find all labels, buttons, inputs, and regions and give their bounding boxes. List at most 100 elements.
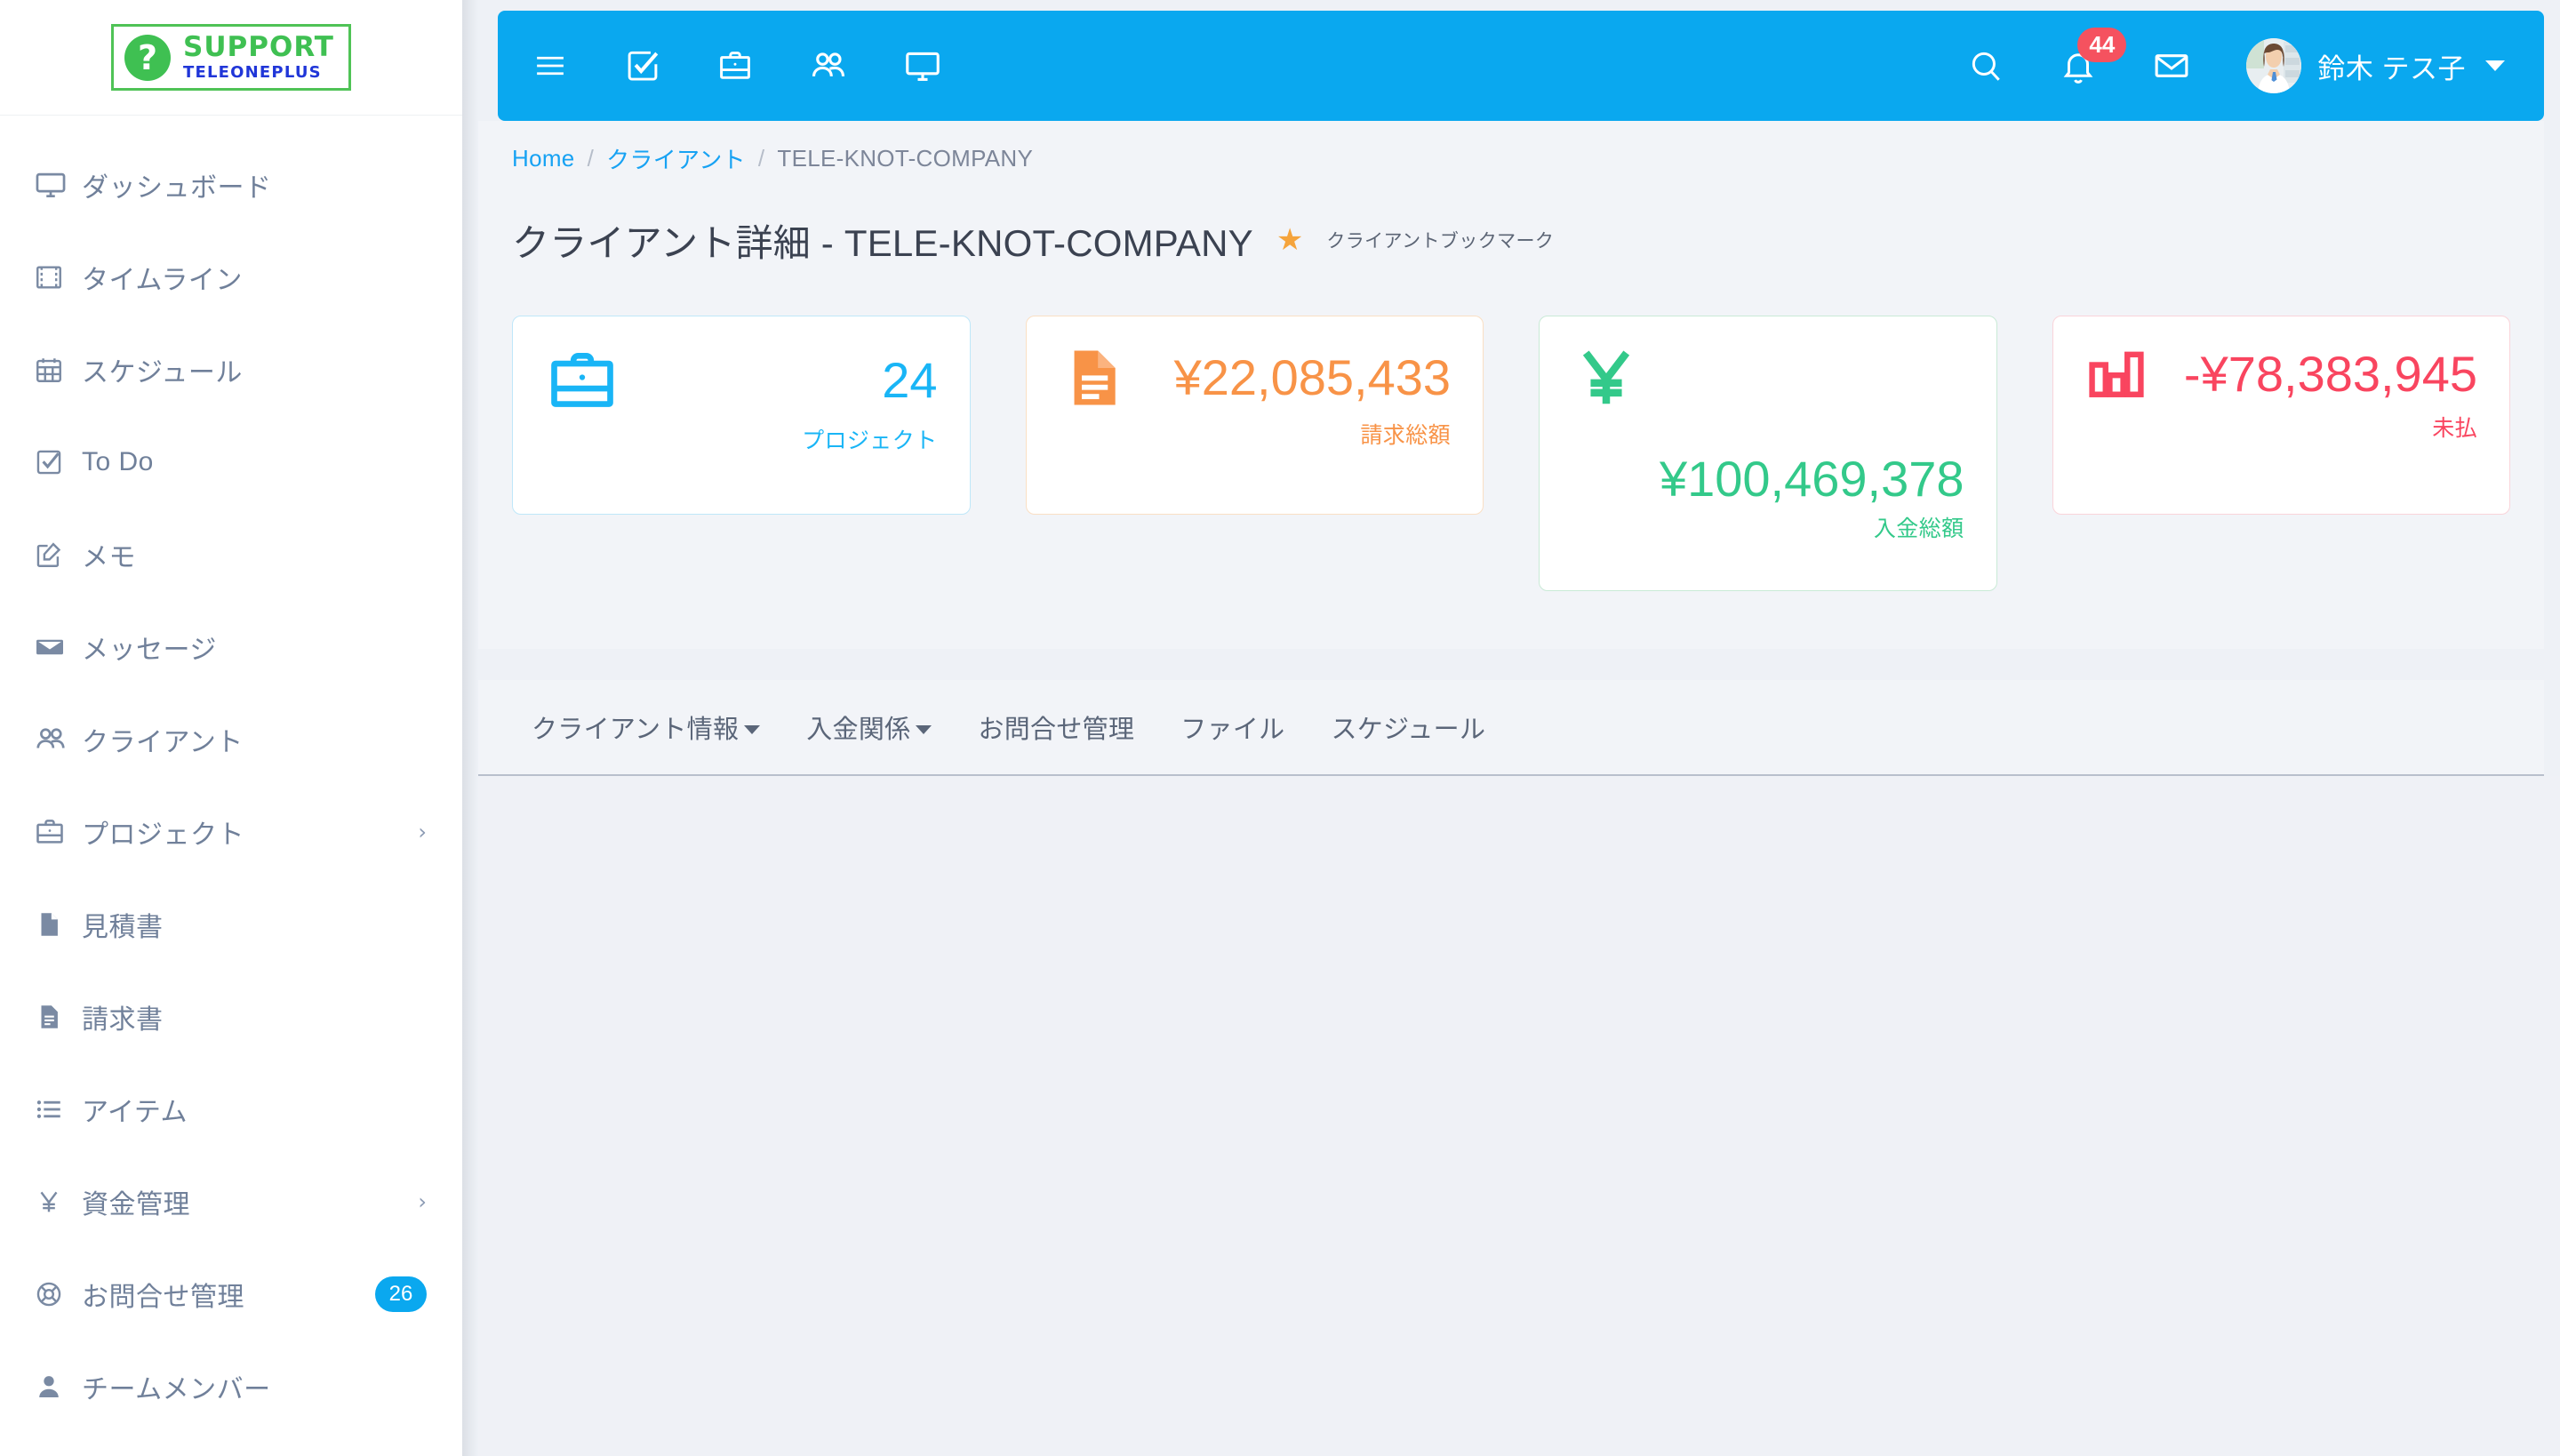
stat-card-label: プロジェクト bbox=[802, 428, 938, 453]
stat-card-body: 24 bbox=[545, 343, 938, 418]
monitor-icon bbox=[34, 168, 82, 202]
lifebuoy-icon bbox=[34, 1279, 82, 1309]
user-menu[interactable]: 鈴木 テス子 bbox=[2246, 38, 2505, 93]
avatar bbox=[2246, 38, 2302, 93]
stat-card-value: ¥22,085,433 bbox=[1173, 348, 1451, 405]
question-mark-icon: ? bbox=[124, 34, 172, 81]
logo-text: SUPPORT TELEONEPLUS bbox=[183, 34, 334, 81]
page-title: クライアント詳細 - TELE-KNOT-COMPANY bbox=[512, 221, 1253, 264]
stat-card-body: ¥100,469,378 bbox=[1572, 343, 1964, 506]
people-icon[interactable] bbox=[809, 46, 848, 85]
sidebar-item-estimate[interactable]: 見積書 bbox=[0, 878, 462, 971]
sidebar-item-label: お問合せ管理 bbox=[82, 1283, 244, 1312]
sidebar-item-label: メモ bbox=[82, 543, 136, 572]
topbar-left-icons bbox=[532, 46, 942, 85]
calendar-icon bbox=[34, 355, 82, 385]
notifications-button[interactable]: 44 bbox=[2060, 28, 2127, 84]
sidebar-item-message[interactable]: メッセージ bbox=[0, 601, 462, 693]
sidebar-item-schedule[interactable]: スケジュール bbox=[0, 324, 462, 416]
tab-schedule[interactable]: スケジュール bbox=[1308, 708, 1508, 746]
top-navigation-bar: 44 鈴木 テス子 bbox=[498, 11, 2544, 121]
document-icon bbox=[34, 909, 82, 940]
stat-card-body: -¥78,383,945 bbox=[2085, 343, 2477, 405]
breadcrumb-current: TELE-KNOT-COMPANY bbox=[777, 145, 1034, 172]
sidebar-item-label: プロジェクト bbox=[82, 820, 244, 850]
filmstrip-icon bbox=[34, 262, 82, 292]
stat-card-billed-total[interactable]: ¥22,085,433 請求総額 bbox=[1025, 316, 1484, 515]
people-icon bbox=[34, 723, 82, 756]
tab-bar: クライアント情報 入金関係 お問合せ管理 ファイル スケジュール bbox=[478, 680, 2544, 776]
sidebar: ? SUPPORT TELEONEPLUS ダッシュボード タイムライン スケジ… bbox=[0, 0, 462, 1456]
sidebar-item-label: スケジュール bbox=[82, 358, 243, 388]
chevron-right-icon: › bbox=[418, 820, 427, 844]
sidebar-item-item[interactable]: アイテム bbox=[0, 1063, 462, 1156]
hamburger-menu-icon[interactable] bbox=[532, 47, 569, 84]
sidebar-nav: ダッシュボード タイムライン スケジュール To Do メモ メッセージ クライ… bbox=[0, 116, 462, 1456]
envelope-icon[interactable] bbox=[2152, 46, 2191, 85]
notification-count-badge: 44 bbox=[2077, 28, 2127, 63]
check-square-icon[interactable] bbox=[624, 47, 661, 84]
tab-label: お問合せ管理 bbox=[978, 716, 1135, 744]
sidebar-item-todo[interactable]: To Do bbox=[0, 416, 462, 508]
chevron-right-icon: › bbox=[418, 1189, 427, 1214]
tab-client-info[interactable]: クライアント情報 bbox=[508, 708, 783, 746]
sidebar-item-timecard[interactable]: タイムカード bbox=[0, 1433, 462, 1456]
sidebar-item-label: メッセージ bbox=[82, 636, 217, 665]
sidebar-item-client[interactable]: クライアント bbox=[0, 693, 462, 786]
sidebar-item-team-member[interactable]: チームメンバー bbox=[0, 1340, 462, 1433]
check-square-icon bbox=[34, 447, 82, 477]
stat-cards: 24 プロジェクト ¥22,085,433 請求総額 ¥100,469,378 … bbox=[478, 276, 2544, 649]
user-name: 鈴木 テス子 bbox=[2317, 52, 2466, 84]
sidebar-item-invoice[interactable]: 請求書 bbox=[0, 971, 462, 1063]
topbar-right-icons: 44 鈴木 テス子 bbox=[1967, 28, 2505, 93]
breadcrumb: Home / クライアント / TELE-KNOT-COMPANY bbox=[512, 142, 2510, 175]
tab-label: スケジュール bbox=[1331, 716, 1486, 744]
sidebar-item-project[interactable]: プロジェクト › bbox=[0, 786, 462, 878]
sidebar-item-label: 見積書 bbox=[82, 913, 164, 942]
sidebar-item-label: ダッシュボード bbox=[82, 173, 272, 203]
bar-chart-icon bbox=[2085, 343, 2148, 405]
stat-card-value: -¥78,383,945 bbox=[2183, 345, 2477, 402]
invoice-icon bbox=[34, 1002, 82, 1032]
sidebar-item-timeline[interactable]: タイムライン bbox=[0, 231, 462, 324]
tab-file[interactable]: ファイル bbox=[1157, 708, 1308, 746]
edit-note-icon bbox=[34, 540, 82, 570]
stat-card-body: ¥22,085,433 bbox=[1059, 343, 1451, 412]
sidebar-item-label: 資金管理 bbox=[82, 1190, 190, 1220]
breadcrumb-client[interactable]: クライアント bbox=[606, 142, 746, 175]
app-logo[interactable]: ? SUPPORT TELEONEPLUS bbox=[0, 0, 462, 116]
stat-card-received-total[interactable]: ¥100,469,378 入金総額 bbox=[1539, 316, 1997, 591]
list-icon bbox=[34, 1094, 82, 1124]
sidebar-item-inquiry[interactable]: お問合せ管理 26 bbox=[0, 1248, 462, 1340]
person-icon bbox=[34, 1372, 82, 1402]
briefcase-icon bbox=[34, 816, 82, 848]
stat-card-label: 未払 bbox=[2432, 416, 2477, 441]
yen-icon bbox=[34, 1187, 82, 1217]
sidebar-item-dashboard[interactable]: ダッシュボード bbox=[0, 139, 462, 231]
search-icon[interactable] bbox=[1967, 47, 2004, 84]
breadcrumb-separator: / bbox=[587, 145, 595, 172]
sidebar-item-label: クライアント bbox=[82, 728, 244, 757]
monitor-icon[interactable] bbox=[903, 46, 942, 85]
title-row: クライアント詳細 - TELE-KNOT-COMPANY ★ クライアントブック… bbox=[478, 204, 2544, 276]
tab-inquiry[interactable]: お問合せ管理 bbox=[955, 708, 1157, 746]
main-region: 44 鈴木 テス子 Home / クライアント / TELE-KNOT-COMP… bbox=[462, 0, 2560, 1456]
breadcrumb-home[interactable]: Home bbox=[512, 145, 575, 172]
tab-label: ファイル bbox=[1180, 716, 1285, 744]
tab-label: 入金関係 bbox=[806, 716, 911, 744]
sidebar-item-label: To Do bbox=[82, 447, 154, 476]
briefcase-icon bbox=[545, 343, 620, 418]
star-icon[interactable]: ★ bbox=[1276, 225, 1303, 255]
stat-card-unpaid[interactable]: -¥78,383,945 未払 bbox=[2052, 316, 2510, 515]
envelope-icon bbox=[34, 631, 82, 663]
sidebar-item-fund-management[interactable]: 資金管理 › bbox=[0, 1156, 462, 1248]
sidebar-item-label: タイムライン bbox=[82, 266, 243, 295]
chevron-down-icon bbox=[916, 725, 932, 734]
stat-card-projects[interactable]: 24 プロジェクト bbox=[512, 316, 971, 515]
tab-payment[interactable]: 入金関係 bbox=[783, 708, 955, 746]
logo-line-2: TELEONEPLUS bbox=[183, 63, 322, 82]
briefcase-icon[interactable] bbox=[716, 47, 754, 84]
sidebar-item-memo[interactable]: メモ bbox=[0, 508, 462, 601]
logo-line-1: SUPPORT bbox=[183, 31, 334, 63]
tab-label: クライアント情報 bbox=[532, 716, 740, 744]
